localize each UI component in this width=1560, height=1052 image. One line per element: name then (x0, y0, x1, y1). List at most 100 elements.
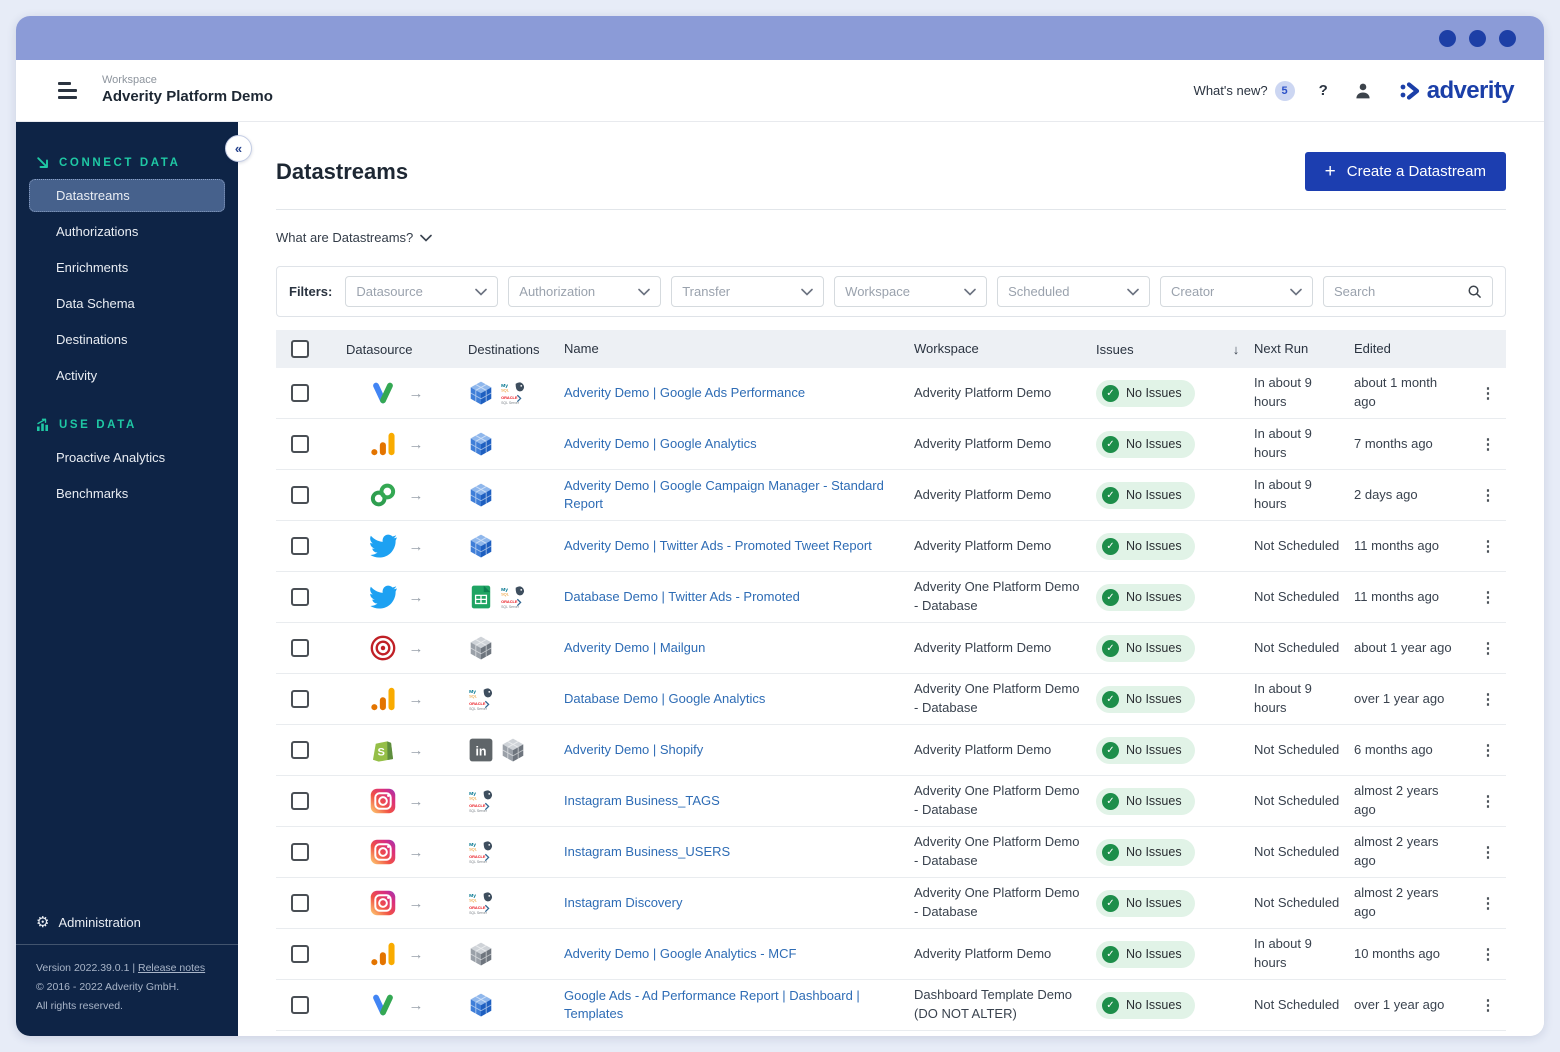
row-checkbox[interactable] (291, 792, 309, 810)
no-issues-badge: ✓ No Issues (1096, 736, 1195, 764)
search-icon[interactable] (1467, 284, 1482, 299)
svg-text:SQL Server: SQL Server (469, 809, 488, 813)
datastream-name-link[interactable]: Google Ads - Ad Performance Report | Das… (564, 987, 914, 1023)
row-menu-button[interactable]: ⋮ (1481, 436, 1496, 453)
datastream-name-link[interactable]: Adverity Demo | Google Analytics - MCF (564, 945, 914, 963)
sidebar-collapse-button[interactable]: « (225, 135, 252, 162)
row-menu-button[interactable]: ⋮ (1481, 640, 1496, 657)
row-menu-button[interactable]: ⋮ (1481, 538, 1496, 555)
row-menu-button[interactable]: ⋮ (1481, 997, 1496, 1014)
row-menu-button[interactable]: ⋮ (1481, 742, 1496, 759)
twitter-icon (369, 532, 397, 560)
row-checkbox[interactable] (291, 894, 309, 912)
row-checkbox[interactable] (291, 537, 309, 555)
row-menu-button[interactable]: ⋮ (1481, 487, 1496, 504)
datastream-name-link[interactable]: Adverity Demo | Google Ads Performance (564, 384, 914, 402)
row-menu-button[interactable]: ⋮ (1481, 946, 1496, 963)
column-header-name[interactable]: Name (564, 340, 914, 358)
column-header-edited[interactable]: Edited (1354, 340, 1470, 359)
sidebar-item-data-schema[interactable]: Data Schema (29, 287, 225, 320)
workspace-name: Adverity Platform Demo (102, 88, 273, 105)
row-checkbox[interactable] (291, 996, 309, 1014)
window-control-dot[interactable] (1469, 29, 1486, 47)
datastream-name-link[interactable]: Instagram Discovery (564, 894, 914, 912)
sidebar-item-datastreams[interactable]: Datastreams (29, 179, 225, 212)
filter-select-creator[interactable]: Creator (1160, 276, 1313, 307)
blue-cube-icon (468, 533, 494, 559)
sort-descending-icon[interactable]: ↓ (1218, 342, 1254, 357)
row-checkbox[interactable] (291, 384, 309, 402)
row-checkbox[interactable] (291, 945, 309, 963)
no-issues-badge: ✓ No Issues (1096, 481, 1195, 509)
row-checkbox[interactable] (291, 588, 309, 606)
next-run-cell: In about 9 hours (1254, 375, 1312, 409)
filter-select-authorization[interactable]: Authorization (508, 276, 662, 307)
sidebar-item-proactive-analytics[interactable]: Proactive Analytics (29, 441, 225, 474)
row-menu-button[interactable]: ⋮ (1481, 793, 1496, 810)
datastream-name-link[interactable]: Instagram Business_TAGS (564, 792, 914, 810)
user-icon[interactable] (1352, 80, 1374, 102)
window-control-dot[interactable] (1499, 29, 1516, 47)
row-menu-button[interactable]: ⋮ (1481, 895, 1496, 912)
check-circle-icon: ✓ (1102, 537, 1119, 555)
table-row: → My SQL ORACLE SQL Server Instagram Dis… (276, 878, 1506, 929)
select-all-checkbox[interactable] (291, 340, 309, 358)
sidebar-item-benchmarks[interactable]: Benchmarks (29, 477, 225, 510)
filter-select-datasource[interactable]: Datasource (345, 276, 499, 307)
sidebar-item-administration[interactable]: ⚙ Administration (16, 900, 238, 944)
what-are-datastreams-toggle[interactable]: What are Datastreams? (276, 230, 1506, 245)
filter-select-transfer[interactable]: Transfer (671, 276, 825, 307)
release-notes-link[interactable]: Release notes (138, 962, 205, 974)
create-datastream-button[interactable]: + Create a Datastream (1304, 152, 1506, 191)
row-checkbox[interactable] (291, 486, 309, 504)
row-checkbox[interactable] (291, 741, 309, 759)
column-header-next-run[interactable]: Next Run (1254, 340, 1354, 359)
svg-text:in: in (475, 744, 486, 758)
filter-select-scheduled[interactable]: Scheduled (997, 276, 1151, 307)
row-menu-button[interactable]: ⋮ (1481, 589, 1496, 606)
search-input[interactable] (1334, 284, 1467, 299)
no-issues-badge: ✓ No Issues (1096, 532, 1195, 560)
row-checkbox[interactable] (291, 690, 309, 708)
svg-text:ORACLE: ORACLE (469, 854, 486, 859)
check-circle-icon: ✓ (1102, 639, 1119, 657)
column-header-destinations[interactable]: Destinations (468, 342, 564, 357)
row-menu-button[interactable]: ⋮ (1481, 844, 1496, 861)
datastream-name-link[interactable]: Adverity Demo | Google Campaign Manager … (564, 477, 914, 513)
no-issues-badge: ✓ No Issues (1096, 838, 1195, 866)
datastream-name-link[interactable]: Adverity Demo | Mailgun (564, 639, 914, 657)
db-cluster-icon: My SQL ORACLE SQL Server (500, 380, 526, 406)
row-menu-button[interactable]: ⋮ (1481, 691, 1496, 708)
workspace-cell: Adverity Platform Demo (914, 537, 1052, 553)
edited-cell: 7 months ago (1354, 435, 1433, 451)
datastream-name-link[interactable]: Database Demo | Twitter Ads - Promoted (564, 588, 914, 606)
hamburger-icon[interactable] (58, 82, 78, 99)
edited-cell: 10 months ago (1354, 945, 1441, 961)
sidebar-item-activity[interactable]: Activity (29, 359, 225, 392)
datastream-name-link[interactable]: Instagram Business_USERS (564, 843, 914, 861)
datastream-name-link[interactable]: Database Demo | Google Analytics (564, 690, 914, 708)
sidebar-item-destinations[interactable]: Destinations (29, 323, 225, 356)
help-button[interactable]: ? (1319, 82, 1328, 99)
sidebar-item-enrichments[interactable]: Enrichments (29, 251, 225, 284)
filter-select-workspace[interactable]: Workspace (834, 276, 988, 307)
row-checkbox[interactable] (291, 639, 309, 657)
check-circle-icon: ✓ (1102, 435, 1119, 453)
sidebar-section: CONNECT DATA Datastreams Authorizations Enr… (16, 156, 238, 392)
column-header-workspace[interactable]: Workspace (914, 340, 1096, 359)
datastream-name-link[interactable]: Adverity Demo | Shopify (564, 741, 914, 759)
sidebar-item-authorizations[interactable]: Authorizations (29, 215, 225, 248)
edited-cell: almost 2 years ago (1354, 885, 1439, 919)
row-checkbox[interactable] (291, 843, 309, 861)
row-menu-button[interactable]: ⋮ (1481, 385, 1496, 402)
table-row: → Adverity Demo | Mailgun Adverity Platf… (276, 623, 1506, 674)
window-control-dot[interactable] (1439, 29, 1456, 47)
datastream-name-link[interactable]: Adverity Demo | Twitter Ads - Promoted T… (564, 537, 914, 555)
row-checkbox[interactable] (291, 435, 309, 453)
use-data-icon (36, 418, 50, 432)
column-header-issues[interactable]: Issues (1096, 342, 1218, 357)
table-row: → My SQL ORACLE SQL Server Instagram Bus… (276, 827, 1506, 878)
datastream-name-link[interactable]: Adverity Demo | Google Analytics (564, 435, 914, 453)
whats-new-button[interactable]: What's new? 5 (1194, 80, 1295, 101)
column-header-datasource[interactable]: Datasource (324, 342, 468, 357)
